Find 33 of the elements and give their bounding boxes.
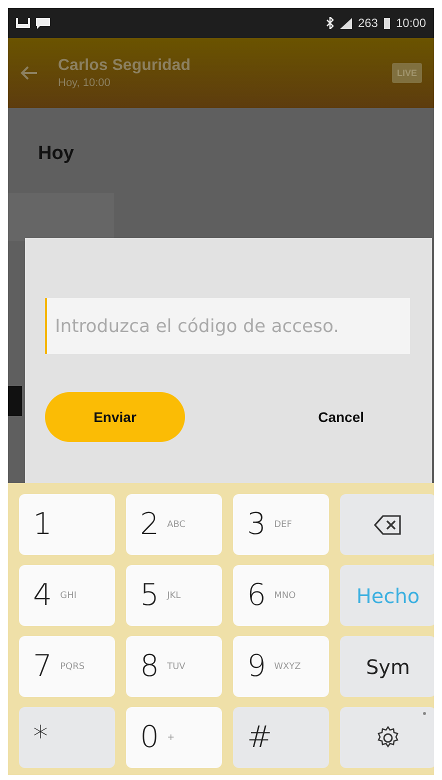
signal-icon [340,18,352,28]
back-arrow-icon[interactable] [20,65,38,81]
battery-icon [384,18,390,28]
section-title: Hoy [37,142,75,166]
key[interactable]: 9 WXYZ [233,636,329,697]
backspace-key[interactable] [340,494,434,555]
message-icon [36,18,50,28]
key[interactable]: 0 + [126,707,222,768]
key[interactable]: # [233,707,329,768]
clock: 10:00 [396,16,426,30]
key[interactable]: Sym [340,636,434,697]
key[interactable]: 6 MNO [233,565,329,626]
key[interactable]: 7 PQRS [19,636,115,697]
backspace-icon [374,514,402,536]
key[interactable]: 4 GHI [19,565,115,626]
indicator-dot [423,712,426,715]
send-button[interactable]: Enviar [45,392,185,442]
access-code-field[interactable]: Introduzca el código de acceso. [45,298,410,354]
key[interactable]: 3 DEF [233,494,329,555]
cancel-button[interactable]: Cancel [312,403,370,431]
chat-subtitle: Hoy, 10:00 [58,77,112,89]
settings-key[interactable] [340,707,434,768]
notification-icon [16,18,30,28]
chat-title: Carlos Seguridad [58,57,192,75]
key[interactable]: 8 TUV [126,636,222,697]
key[interactable]: * [19,707,115,768]
key[interactable]: 5 JKL [126,565,222,626]
list-item-edge [8,386,22,416]
key[interactable]: 2 ABC [126,494,222,555]
bluetooth-icon [326,17,334,29]
settings-icon [375,724,401,750]
key[interactable]: 1 [19,494,115,555]
network-speed: 263 [358,16,378,30]
